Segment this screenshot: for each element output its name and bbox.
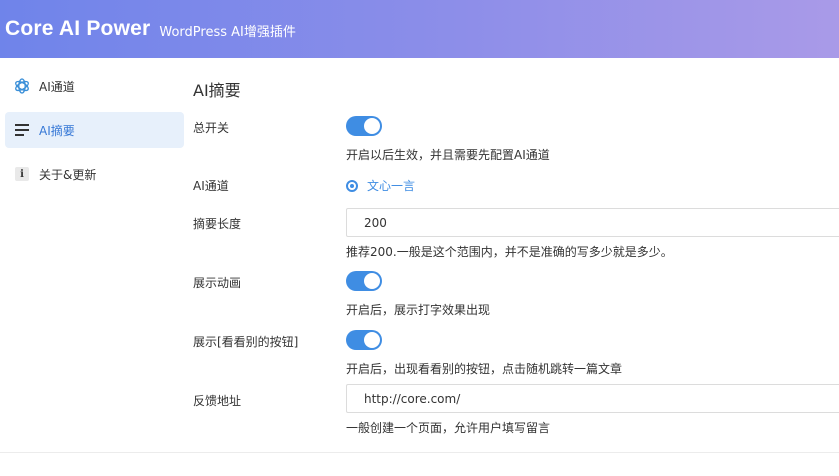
feedback-url-label: 反馈地址 bbox=[193, 394, 242, 408]
sidebar-item-label: AI通道 bbox=[39, 79, 75, 94]
info-icon: i bbox=[13, 165, 31, 183]
sidebar-item-label: AI摘要 bbox=[39, 123, 75, 138]
toggle-knob bbox=[364, 273, 380, 289]
sidebar-item-label: 关于&更新 bbox=[39, 167, 97, 182]
ai-channel-label: AI通道 bbox=[193, 179, 229, 193]
app-header: Core AI Power WordPress AI增强插件 bbox=[0, 0, 839, 58]
page-title: AI摘要 bbox=[193, 81, 241, 100]
summary-length-input[interactable] bbox=[346, 208, 839, 237]
bottom-divider bbox=[0, 452, 839, 453]
show-animation-toggle[interactable] bbox=[346, 271, 382, 291]
lines-icon bbox=[13, 121, 31, 139]
show-other-button-toggle[interactable] bbox=[346, 330, 382, 350]
feedback-url-hint: 一般创建一个页面，允许用户填写留言 bbox=[346, 421, 551, 435]
sidebar-item-ai-channel[interactable]: AI通道 bbox=[5, 68, 184, 104]
ai-channel-radio-wenxin[interactable]: 文心一言 bbox=[346, 177, 415, 194]
show-other-button-hint: 开启后，出现看看别的按钮，点击随机跳转一篇文章 bbox=[346, 362, 623, 376]
show-animation-hint: 开启后，展示打字效果出现 bbox=[346, 303, 491, 317]
show-other-button-label: 展示[看看别的按钮] bbox=[193, 335, 299, 349]
brand-subtitle: WordPress AI增强插件 bbox=[159, 24, 296, 40]
master-switch-toggle[interactable] bbox=[346, 116, 382, 136]
summary-length-hint: 推荐200.一般是这个范围内，并不是准确的写多少就是多少。 bbox=[346, 245, 673, 259]
settings-panel: AI摘要 总开关 开启以后生效，并且需要先配置AI通道 AI通道 文心一言 摘要… bbox=[190, 58, 839, 476]
master-switch-hint: 开启以后生效，并且需要先配置AI通道 bbox=[346, 148, 550, 162]
master-switch-label: 总开关 bbox=[193, 121, 230, 135]
sidebar: AI通道 AI摘要 i 关于&更新 bbox=[0, 58, 190, 476]
ai-channel-option-label: 文心一言 bbox=[367, 179, 416, 193]
brand-title: Core AI Power bbox=[5, 17, 151, 40]
show-animation-label: 展示动画 bbox=[193, 276, 242, 290]
feedback-url-input[interactable] bbox=[346, 384, 839, 413]
openai-icon bbox=[13, 77, 31, 95]
summary-length-label: 摘要长度 bbox=[193, 217, 242, 231]
sidebar-item-ai-summary[interactable]: AI摘要 bbox=[5, 112, 184, 148]
radio-selected-icon bbox=[346, 179, 358, 192]
toggle-knob bbox=[364, 332, 380, 348]
sidebar-item-about[interactable]: i 关于&更新 bbox=[5, 156, 184, 192]
toggle-knob bbox=[364, 118, 380, 134]
